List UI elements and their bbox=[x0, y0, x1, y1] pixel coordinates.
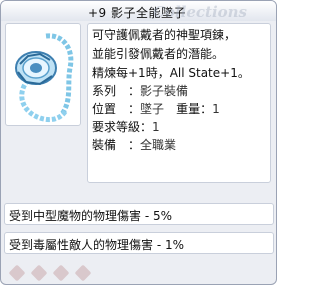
equip-label: 裝備 bbox=[92, 138, 117, 152]
card-slots bbox=[8, 264, 129, 282]
position-value: 墜子 bbox=[140, 102, 165, 116]
type-row: 系列 ：影子裝備 bbox=[92, 84, 189, 98]
item-info-window: +9 影子全能墜子 Collections 可守護佩戴者的神聖項鍊， 並能引發佩… bbox=[0, 0, 277, 285]
level-label: 要求等級 bbox=[92, 120, 141, 134]
shadow-pendant-icon bbox=[15, 33, 74, 123]
title-bar[interactable]: +9 影子全能墜子 Collections bbox=[1, 1, 276, 21]
enchant-option-2-text: 受到毒屬性敵人的物理傷害 - 1% bbox=[9, 238, 184, 252]
weight-value: 1 bbox=[212, 102, 220, 116]
type-label: 系列 bbox=[92, 84, 117, 98]
level-row: 要求等級：1 bbox=[92, 120, 160, 134]
equip-value: 全職業 bbox=[140, 138, 177, 152]
watermark: Collections bbox=[153, 3, 247, 21]
enchant-option-1-text: 受到中型魔物的物理傷害 - 5% bbox=[9, 209, 172, 223]
empty-slot-icon bbox=[74, 264, 92, 282]
empty-slot-icon bbox=[52, 264, 70, 282]
position-row: 位置 ：墜子 重量：1 bbox=[92, 102, 220, 116]
position-label: 位置 bbox=[92, 102, 117, 116]
description-line-2: 並能引發佩戴者的潛能。 bbox=[92, 47, 225, 61]
enchant-option-1: 受到中型魔物的物理傷害 - 5% bbox=[4, 203, 274, 225]
weight-label: 重量 bbox=[176, 102, 201, 116]
type-value: 影子裝備 bbox=[140, 84, 189, 98]
empty-slot-icon bbox=[30, 264, 48, 282]
level-value: 1 bbox=[152, 120, 160, 134]
enchant-option-2: 受到毒屬性敵人的物理傷害 - 1% bbox=[4, 232, 274, 254]
item-image-frame bbox=[5, 23, 81, 126]
description-line-1: 可守護佩戴者的神聖項鍊， bbox=[92, 28, 237, 42]
item-description-panel: 可守護佩戴者的神聖項鍊， 並能引發佩戴者的潛能。 精煉每+1時，All Stat… bbox=[87, 23, 271, 183]
description-line-3: 精煉每+1時，All State+1。 bbox=[92, 66, 250, 80]
equip-row: 裝備 ：全職業 bbox=[92, 138, 177, 152]
empty-slot-icon bbox=[8, 264, 26, 282]
